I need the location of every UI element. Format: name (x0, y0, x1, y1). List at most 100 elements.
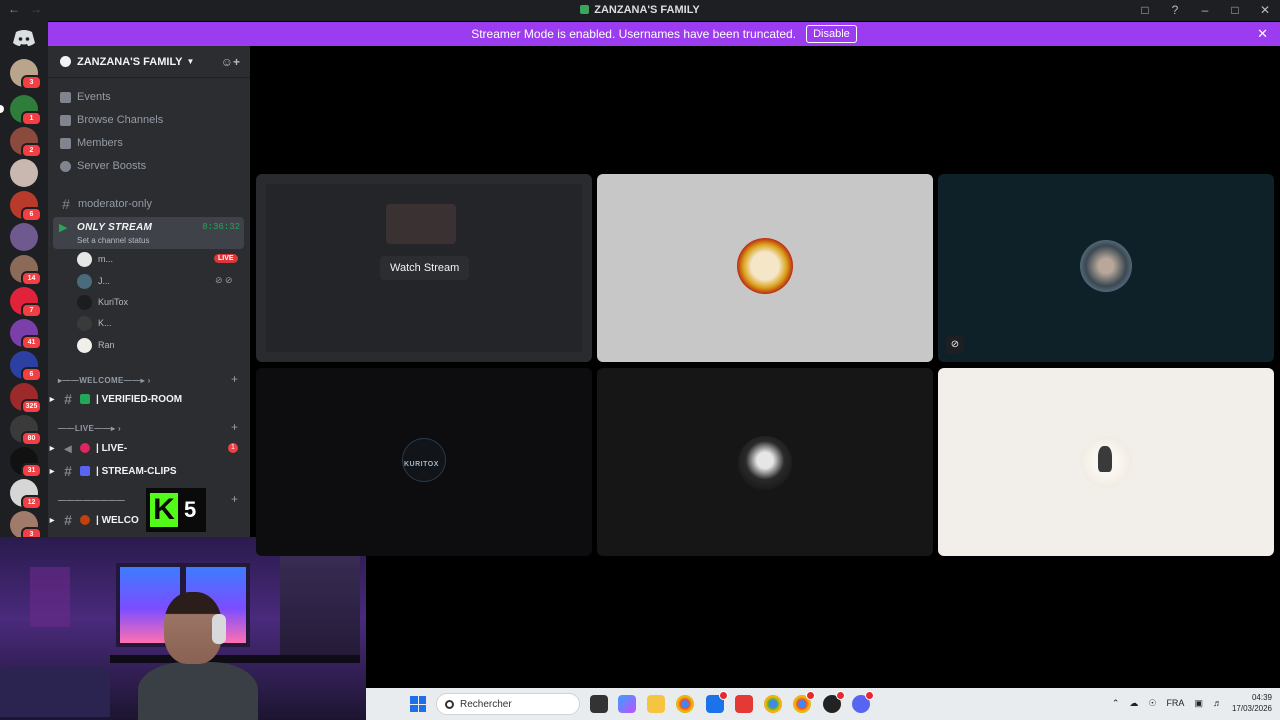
server-icon-11[interactable]: 325 (10, 383, 42, 414)
server-icon-5[interactable]: 6 (10, 191, 42, 222)
user-tile[interactable] (938, 368, 1274, 556)
taskbar-search[interactable]: Rechercher (436, 693, 580, 715)
add-channel-icon[interactable]: + (231, 420, 238, 434)
voice-user-name: KuriTox (98, 297, 129, 307)
channel-live[interactable]: ▶ ◂ | LIVE- (48, 439, 127, 457)
channel-status[interactable]: Set a channel status (77, 236, 150, 245)
channel-welcome[interactable]: ▶ # | WELCO (48, 511, 139, 529)
user-tile[interactable] (597, 174, 933, 362)
clock[interactable]: 04:39 17/03/2026 (1232, 692, 1272, 714)
cloud-off-icon[interactable]: ☁ (1129, 698, 1138, 709)
user-tile[interactable]: KURITOX (256, 368, 592, 556)
hash-icon: # (62, 196, 70, 212)
add-channel-icon[interactable]: + (231, 492, 238, 506)
chevron-up-icon[interactable]: ⌃ (1112, 698, 1120, 709)
voice-channel-only-stream[interactable]: ▶ ONLY STREAM 8:36:32 Set a channel stat… (53, 217, 244, 249)
minimize-button[interactable]: – (1198, 3, 1212, 17)
stream-tile[interactable]: Watch Stream (256, 174, 592, 362)
kick-logo-icon: K (150, 493, 178, 527)
browse-icon (60, 114, 71, 126)
members-icon (60, 137, 71, 149)
server-icon-13[interactable]: 31 (10, 447, 42, 478)
task-view-icon[interactable] (590, 695, 608, 713)
voice-user[interactable]: m... (77, 250, 113, 268)
streamer-mode-banner: Streamer Mode is enabled. Usernames have… (48, 22, 1280, 46)
megaphone-icon: ◂ (64, 439, 72, 456)
volume-icon[interactable]: ♬ (1213, 698, 1222, 708)
banner-message: Streamer Mode is enabled. Usernames have… (471, 27, 797, 41)
help-icon[interactable]: ? (1168, 3, 1182, 17)
chrome-profile-2-icon[interactable] (793, 691, 815, 713)
menu-browse-channels[interactable]: Browse Channels (60, 114, 163, 126)
category-bottom[interactable]: ———————— (58, 496, 125, 505)
maximize-button[interactable]: □ (1228, 3, 1242, 17)
chrome-icon[interactable] (676, 695, 694, 713)
hash-icon: # (64, 463, 72, 479)
server-icon-6[interactable] (10, 223, 38, 251)
file-explorer-icon[interactable] (647, 695, 665, 713)
voice-user[interactable]: KuriTox (77, 293, 128, 311)
invite-people-icon[interactable]: ☺+ (221, 55, 240, 69)
language-indicator[interactable]: FRA (1166, 698, 1184, 708)
channel-sidebar: ZANZANA'S FAMILY ▼ ☺+ Events Browse Chan… (48, 46, 250, 541)
channel-stream-clips[interactable]: ▶ # | STREAM-CLIPS (48, 462, 177, 480)
voice-user[interactable]: J... (77, 272, 110, 290)
clock-time: 04:39 (1251, 693, 1272, 702)
server-badge: 6 (21, 207, 42, 222)
disable-streamer-mode-button[interactable]: Disable (806, 25, 857, 43)
server-icon-3[interactable]: 2 (10, 127, 42, 158)
network-icon[interactable]: ▣ (1194, 698, 1203, 709)
server-icon-15[interactable]: 3 (10, 511, 42, 542)
channel-verified-room[interactable]: ▶ # | VERIFIED-ROOM (48, 390, 182, 408)
notification-dot (836, 691, 845, 700)
chrome-profile-icon[interactable] (764, 695, 782, 713)
category-welcome[interactable]: ▸——WELCOME——▸ › (58, 376, 151, 385)
add-channel-icon[interactable]: + (231, 372, 238, 386)
channel-moderator-only[interactable]: # moderator-only (60, 196, 152, 212)
server-icon-14[interactable]: 12 (10, 479, 42, 510)
copilot-icon[interactable] (618, 695, 636, 713)
banner-close-icon[interactable]: ✕ (1257, 26, 1268, 42)
watch-stream-button[interactable]: Watch Stream (380, 256, 470, 280)
user-tile[interactable] (597, 368, 933, 556)
wps-icon[interactable] (735, 695, 753, 713)
menu-members[interactable]: Members (60, 137, 123, 149)
expand-arrow-icon: ▶ (49, 445, 55, 452)
close-window-button[interactable]: ✕ (1258, 3, 1272, 17)
server-icon-4[interactable] (10, 159, 38, 187)
server-icon-10[interactable]: 6 (10, 351, 42, 382)
system-tray: ⌃ ☁ ☉ FRA ▣ ♬ 04:39 17/03/2026 (1112, 692, 1272, 714)
server-icon-7[interactable]: 14 (10, 255, 42, 286)
channel-name: | LIVE- (96, 442, 128, 454)
discord-taskbar-icon[interactable] (852, 691, 874, 713)
avatar (737, 238, 793, 294)
server-header[interactable]: ZANZANA'S FAMILY ▼ ☺+ (48, 46, 250, 78)
notification-dot (865, 691, 874, 700)
search-icon (445, 699, 454, 709)
voice-user[interactable]: Ran (77, 336, 115, 354)
room-couch (0, 667, 110, 717)
user-tile[interactable]: ⊘ (938, 174, 1274, 362)
inbox-icon[interactable]: □ (1138, 3, 1152, 17)
channel-name: moderator-only (78, 198, 152, 210)
server-icon-2[interactable]: 1 (0, 95, 42, 126)
voice-user-name: m... (98, 254, 113, 264)
notification-dot (719, 691, 728, 700)
windows-start-icon[interactable] (410, 696, 426, 712)
notification-dot (806, 691, 815, 700)
voice-user[interactable]: K... (77, 314, 112, 332)
obs-icon[interactable] (823, 691, 845, 713)
room-shelf (280, 552, 360, 662)
boost-icon (60, 160, 71, 172)
store-icon[interactable] (706, 691, 728, 713)
microphone-icon[interactable]: ☉ (1148, 698, 1156, 709)
server-icon-8[interactable]: 7 (10, 287, 42, 318)
server-badge: 41 (21, 335, 42, 350)
server-icon-1[interactable]: 3 (10, 59, 42, 90)
server-icon-9[interactable]: 41 (10, 319, 42, 350)
menu-events[interactable]: Events (60, 91, 111, 103)
menu-server-boosts[interactable]: Server Boosts (60, 160, 146, 172)
discord-home-icon[interactable] (12, 29, 36, 47)
category-live[interactable]: ——LIVE——▸ › (58, 424, 121, 433)
server-icon-12[interactable]: 80 (10, 415, 42, 446)
